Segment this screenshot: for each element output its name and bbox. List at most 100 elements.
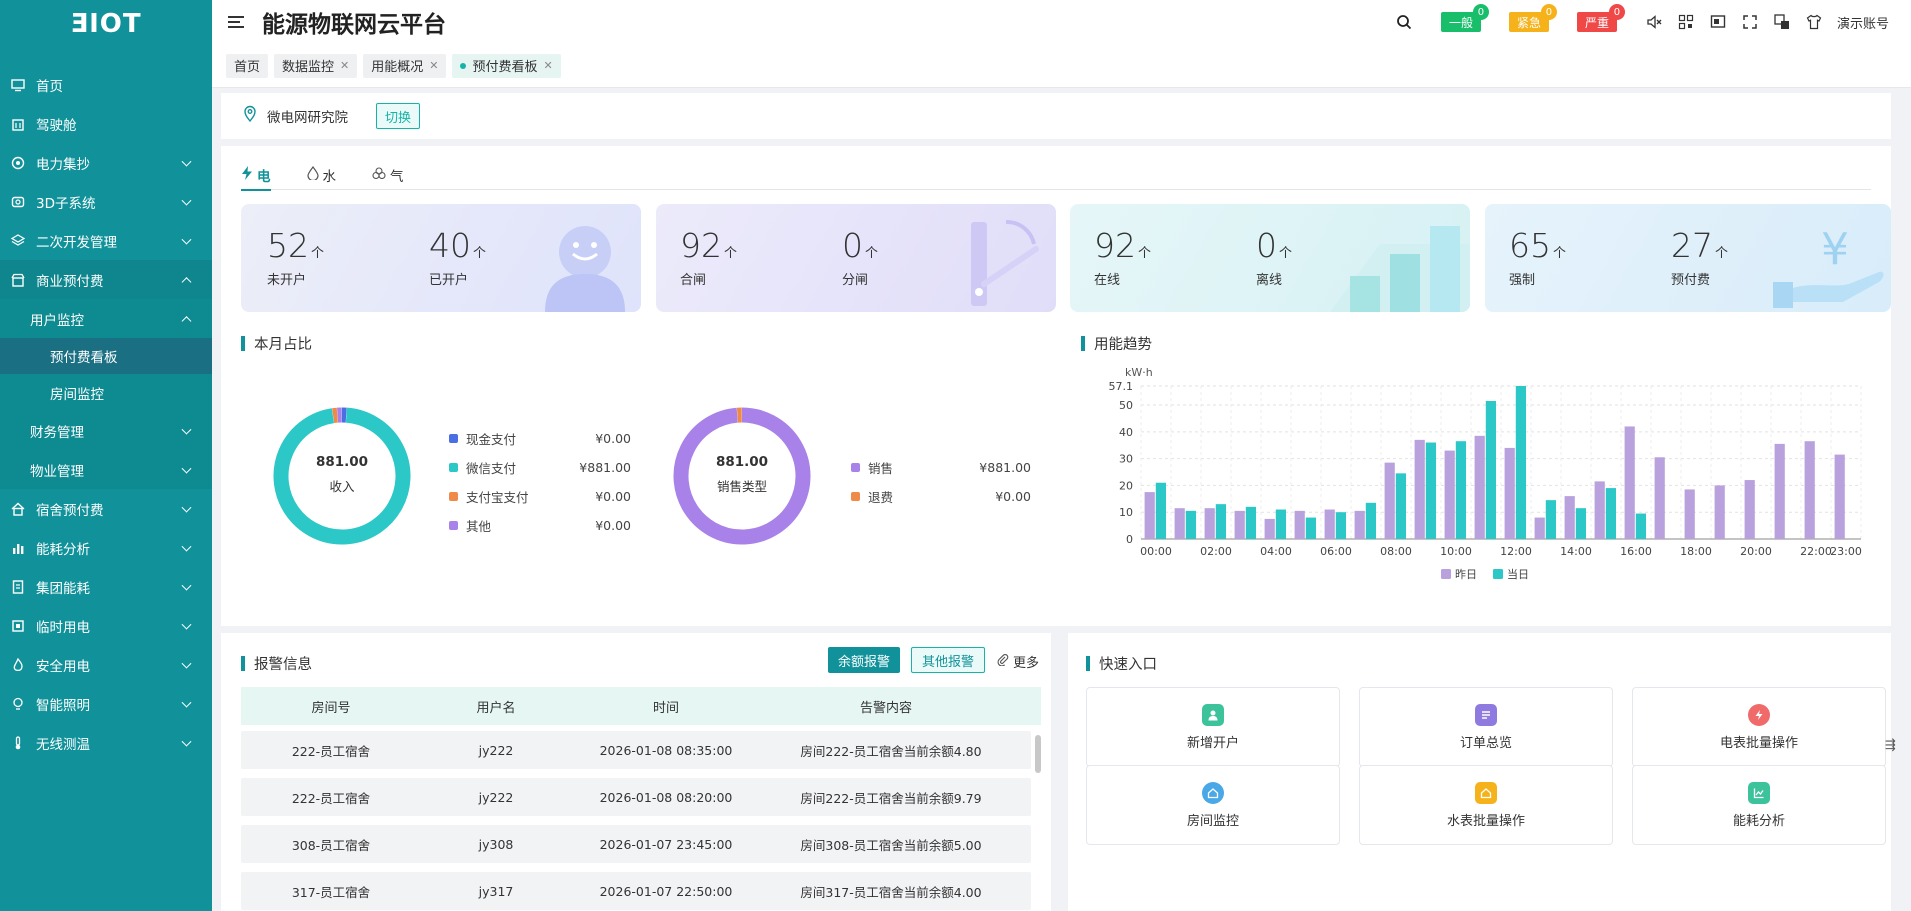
table-row[interactable]: 317-员工宿舍 jy317 2026-01-07 22:50:00 房间317…: [241, 872, 1031, 910]
translate-icon[interactable]: [1773, 13, 1791, 31]
sidebar-item-temp-power[interactable]: 临时用电: [0, 606, 212, 645]
bar-yesterday[interactable]: [1474, 435, 1485, 539]
bar-today[interactable]: [1635, 513, 1646, 539]
more-link[interactable]: 更多: [997, 652, 1039, 671]
legend-label[interactable]: 昨日: [1455, 568, 1477, 581]
sidebar-item-property[interactable]: 物业管理: [0, 450, 212, 489]
other-alarm-button[interactable]: 其他报警: [911, 647, 986, 673]
quick-order-overview[interactable]: 订单总览: [1359, 687, 1613, 767]
bar-yesterday[interactable]: [1714, 485, 1725, 539]
quick-meter-batch[interactable]: 电表批量操作: [1632, 687, 1886, 767]
tab-water[interactable]: 水: [306, 160, 336, 190]
bar-today[interactable]: [1335, 512, 1346, 539]
bar-today[interactable]: [1365, 502, 1376, 539]
bar-today[interactable]: [1605, 488, 1616, 539]
sidebar-item-finance[interactable]: 财务管理: [0, 411, 212, 450]
alert-general-button[interactable]: 一般 0: [1440, 4, 1489, 32]
app-logo[interactable]: ƎIOT: [0, 0, 212, 48]
sidebar-item-room-monitor[interactable]: 房间监控: [0, 374, 212, 411]
bar-today[interactable]: [1185, 510, 1196, 539]
switch-location-button[interactable]: 切换: [376, 103, 421, 129]
mute-icon[interactable]: [1645, 13, 1663, 31]
sidebar-item-smart-light[interactable]: 智能照明: [0, 684, 212, 723]
bar-yesterday[interactable]: [1774, 443, 1785, 539]
tab-electric[interactable]: 电: [241, 160, 271, 191]
bar-yesterday[interactable]: [1324, 509, 1335, 539]
close-icon[interactable]: ✕: [544, 59, 553, 72]
bar-today[interactable]: [1215, 504, 1226, 539]
account-name[interactable]: 演示账号: [1837, 13, 1889, 32]
quick-water-batch[interactable]: 水表批量操作: [1359, 765, 1613, 845]
qrcode-icon[interactable]: [1677, 13, 1695, 31]
sidebar-item-group-energy[interactable]: 集团能耗: [0, 567, 212, 606]
sidebar-item-commercial-prepay[interactable]: 商业预付费: [0, 260, 212, 299]
tab-gas[interactable]: 气: [372, 160, 404, 190]
sidebar-item-power-reading[interactable]: 电力集抄: [0, 143, 212, 182]
bar-yesterday[interactable]: [1834, 454, 1845, 539]
bar-yesterday[interactable]: [1684, 489, 1695, 539]
sidebar-item-user-monitor[interactable]: 用户监控: [0, 299, 212, 338]
sidebar-item-home[interactable]: 首页: [0, 65, 212, 104]
bar-yesterday[interactable]: [1534, 517, 1545, 539]
side-drawer-toggle-icon[interactable]: ⇶: [1885, 738, 1896, 753]
close-icon[interactable]: ✕: [429, 59, 438, 72]
bar-yesterday[interactable]: [1804, 441, 1815, 539]
bar-today[interactable]: [1275, 509, 1286, 539]
bar-today[interactable]: [1455, 441, 1466, 539]
bar-yesterday[interactable]: [1234, 510, 1245, 539]
alert-urgent-button[interactable]: 紧急 0: [1508, 4, 1557, 32]
bar-today[interactable]: [1395, 473, 1406, 539]
bar-yesterday[interactable]: [1204, 508, 1215, 539]
table-scrollbar[interactable]: [1035, 735, 1041, 773]
quick-energy-analysis[interactable]: 能耗分析: [1632, 765, 1886, 845]
bar-yesterday[interactable]: [1174, 508, 1185, 539]
bar-yesterday[interactable]: [1414, 439, 1425, 539]
tab-energy-overview[interactable]: 用能概况 ✕: [363, 53, 447, 78]
menu-toggle-icon[interactable]: [228, 14, 248, 30]
sidebar-item-cockpit[interactable]: 驾驶舱: [0, 104, 212, 143]
bar-today[interactable]: [1575, 508, 1586, 539]
sidebar-item-dev[interactable]: 二次开发管理: [0, 221, 212, 260]
tab-prepay-board[interactable]: 预付费看板 ✕: [452, 53, 561, 78]
sidebar-item-3d[interactable]: 3D子系统: [0, 182, 212, 221]
tab-home[interactable]: 首页: [226, 53, 269, 78]
sidebar-item-energy-analysis[interactable]: 能耗分析: [0, 528, 212, 567]
bar-yesterday[interactable]: [1654, 457, 1665, 539]
table-row[interactable]: 222-员工宿舍 jy222 2026-01-08 08:35:00 房间222…: [241, 731, 1031, 769]
sidebar-item-safe-power[interactable]: 安全用电: [0, 645, 212, 684]
bar-yesterday[interactable]: [1594, 481, 1605, 539]
bar-today[interactable]: [1515, 386, 1526, 539]
sidebar-item-prepay-board[interactable]: 预付费看板: [0, 338, 212, 374]
bar-today[interactable]: [1425, 442, 1436, 539]
bar-today[interactable]: [1155, 482, 1166, 539]
quick-new-account[interactable]: 新增开户: [1086, 687, 1340, 767]
sidebar-item-dorm-prepay[interactable]: 宿舍预付费: [0, 489, 212, 528]
bar-today[interactable]: [1305, 517, 1316, 539]
bar-yesterday[interactable]: [1744, 480, 1755, 539]
legend-label[interactable]: 当日: [1507, 567, 1529, 581]
tab-data-monitor[interactable]: 数据监控 ✕: [274, 53, 358, 78]
bar-yesterday[interactable]: [1294, 510, 1305, 539]
screen-icon[interactable]: [1709, 13, 1727, 31]
bar-yesterday[interactable]: [1624, 426, 1635, 539]
bar-today[interactable]: [1245, 506, 1256, 539]
bar-yesterday[interactable]: [1354, 510, 1365, 539]
alert-severe-button[interactable]: 严重 0: [1576, 4, 1625, 32]
bar-yesterday[interactable]: [1264, 518, 1275, 539]
bar-yesterday[interactable]: [1564, 496, 1575, 539]
quick-room-monitor[interactable]: 房间监控: [1086, 765, 1340, 845]
bar-today[interactable]: [1485, 401, 1496, 539]
sidebar-item-wireless-temp[interactable]: 无线测温: [0, 723, 212, 762]
bar-yesterday[interactable]: [1444, 450, 1455, 539]
bar-today[interactable]: [1545, 500, 1556, 539]
close-icon[interactable]: ✕: [340, 59, 349, 72]
bar-yesterday[interactable]: [1384, 462, 1395, 539]
table-row[interactable]: 308-员工宿舍 jy308 2026-01-07 23:45:00 房间308…: [241, 825, 1031, 863]
bar-yesterday[interactable]: [1504, 447, 1515, 539]
fullscreen-icon[interactable]: [1741, 13, 1759, 31]
search-icon[interactable]: [1395, 13, 1413, 31]
balance-alarm-button[interactable]: 余额报警: [828, 647, 901, 673]
theme-shirt-icon[interactable]: [1805, 13, 1823, 31]
bar-yesterday[interactable]: [1144, 492, 1155, 539]
table-row[interactable]: 222-员工宿舍 jy222 2026-01-08 08:20:00 房间222…: [241, 778, 1031, 816]
